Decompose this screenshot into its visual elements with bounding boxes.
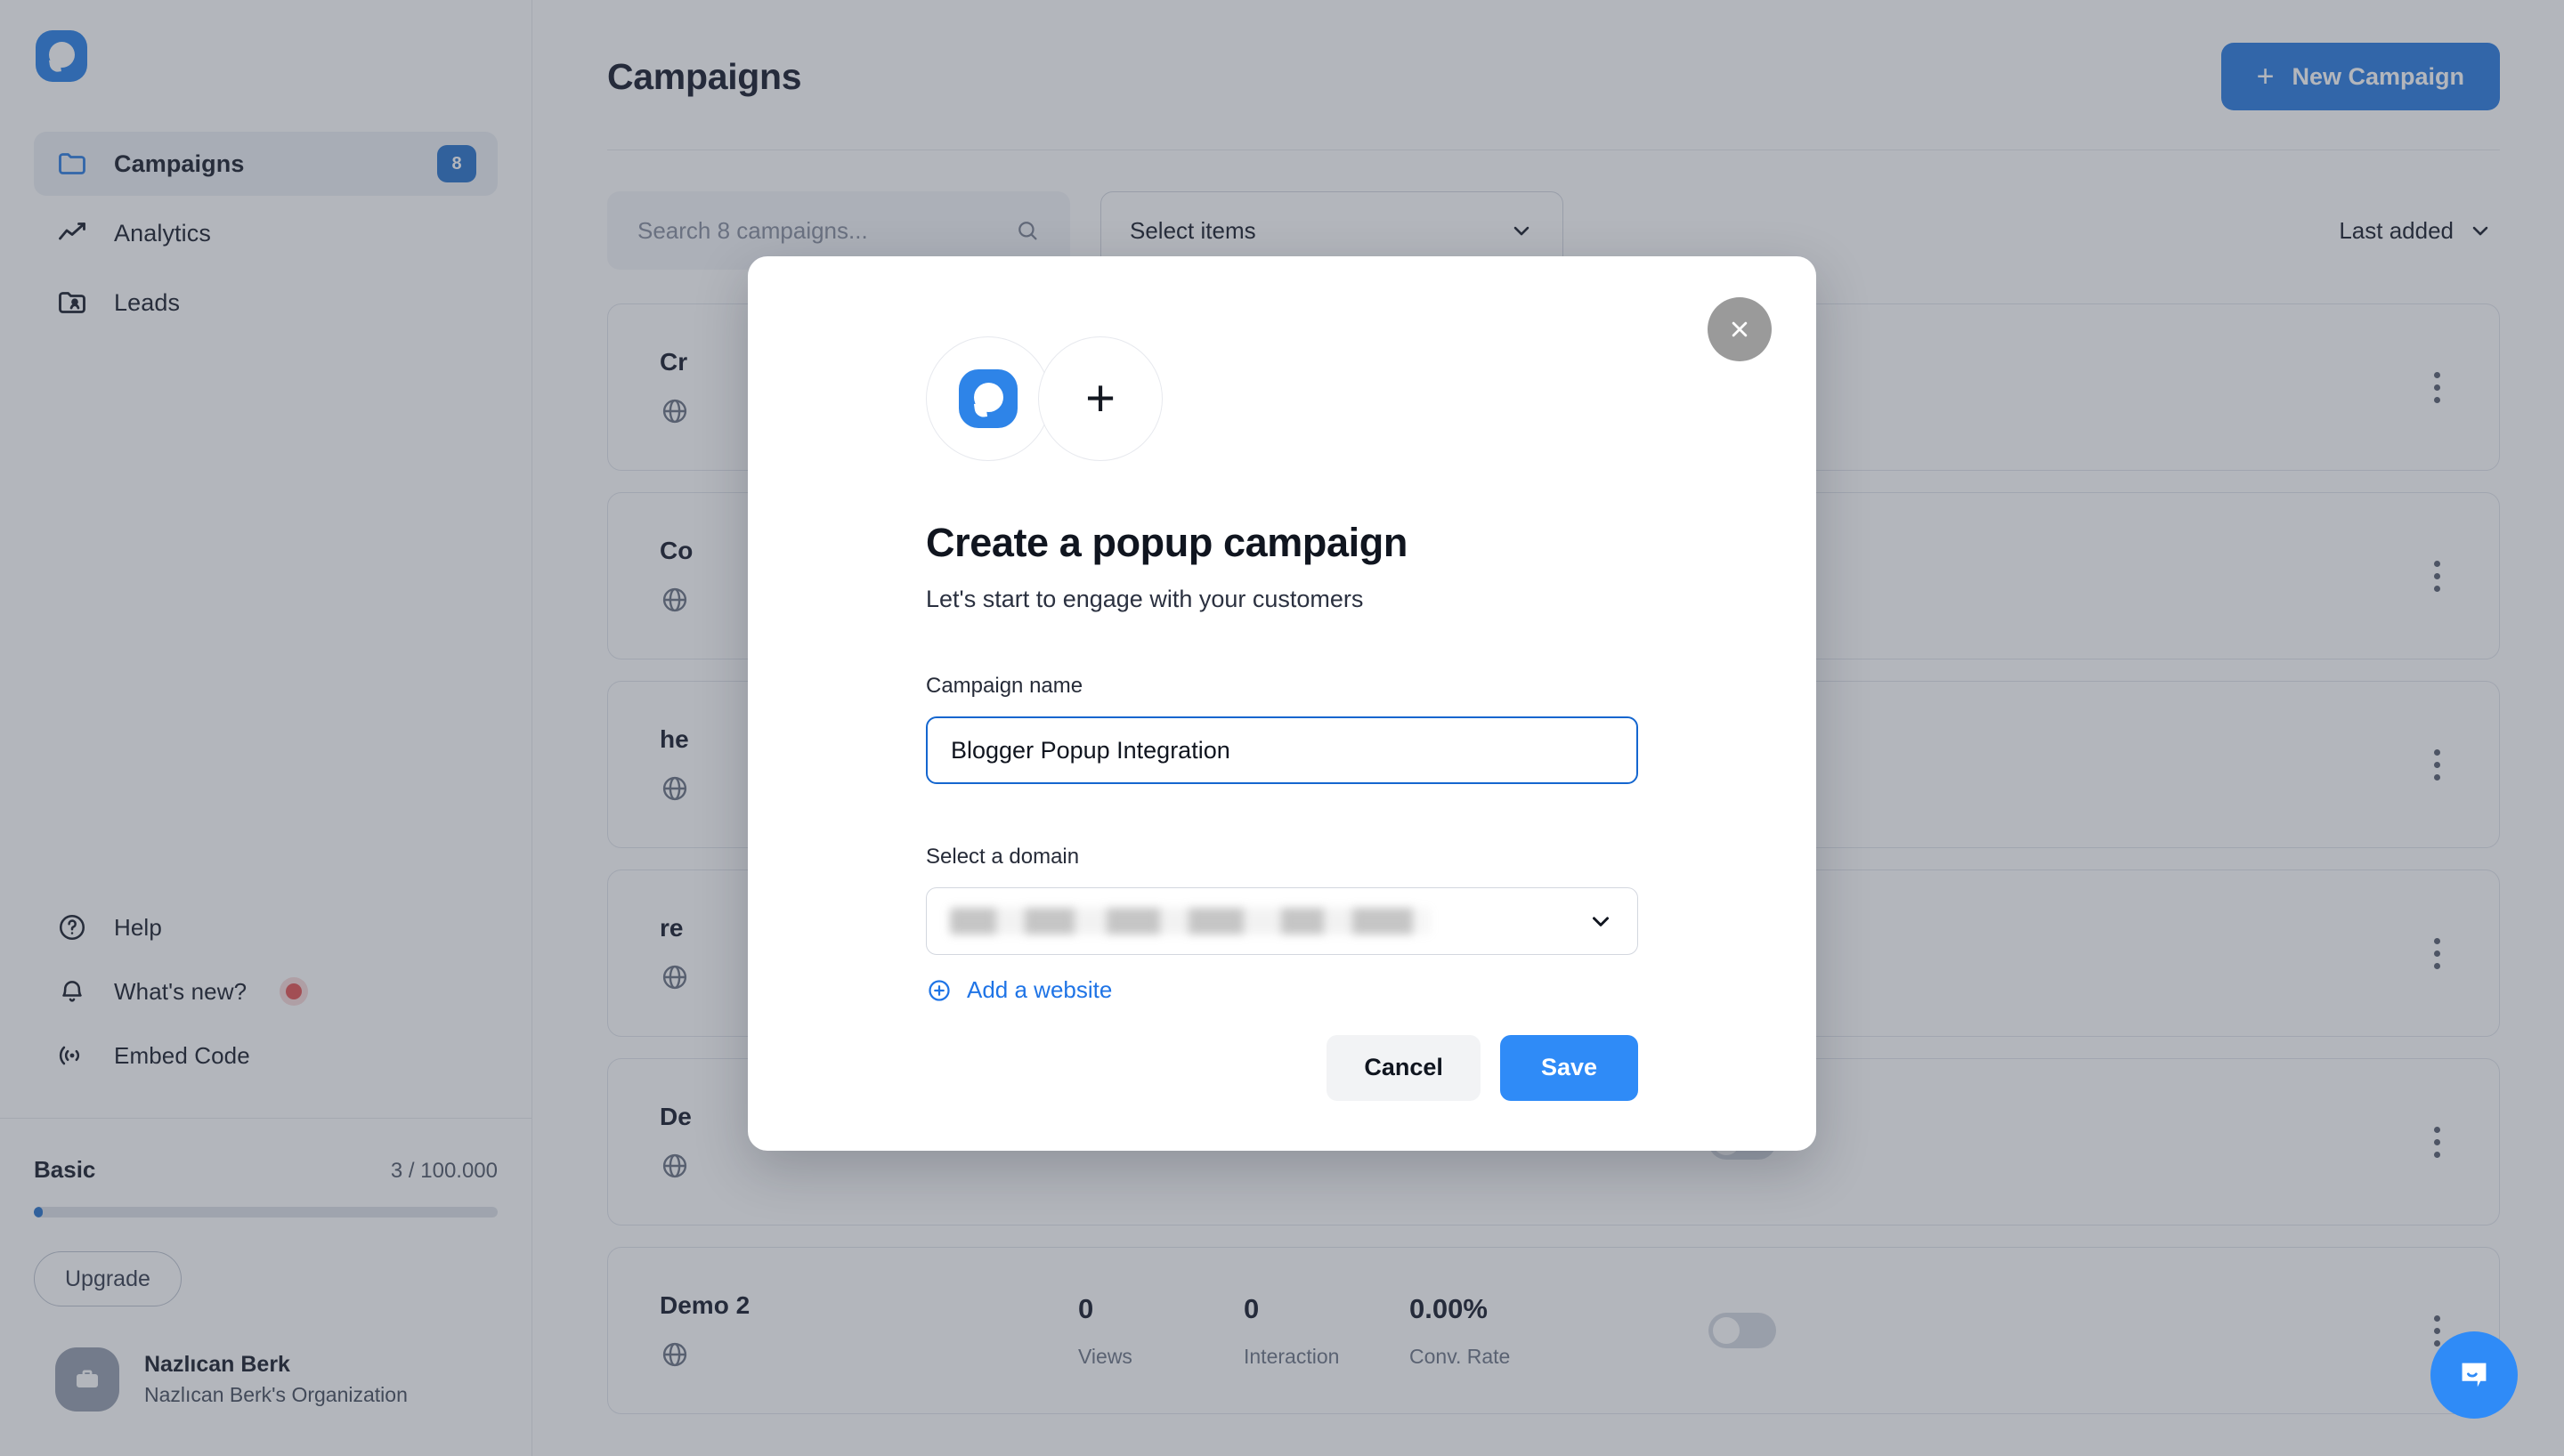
add-website-label: Add a website [967, 976, 1113, 1003]
domain-label: Select a domain [926, 845, 1080, 869]
modal-avatar-pair: + [926, 336, 1718, 461]
chat-launcher-button[interactable] [2430, 1331, 2518, 1419]
chevron-down-icon [1593, 917, 1609, 926]
modal-title: Create a popup campaign [926, 520, 1408, 565]
modal-actions: Cancel Save [926, 1034, 1638, 1101]
close-button[interactable] [1708, 297, 1772, 361]
save-button[interactable]: Save [1499, 1034, 1638, 1101]
campaign-name-input[interactable] [926, 716, 1638, 784]
plus-icon: + [1085, 369, 1116, 427]
popupsmart-logo-icon [959, 369, 1018, 428]
cancel-button[interactable]: Cancel [1327, 1034, 1481, 1101]
chat-bubble-icon [2462, 1363, 2487, 1387]
add-website-link[interactable]: Add a website [926, 976, 1112, 1004]
app-root: Campaigns 8 Analytics Leads Help What's … [0, 0, 2564, 1456]
modal-subtitle: Let's start to engage with your customer… [926, 586, 1364, 612]
modal-plus-circle: + [1038, 336, 1163, 461]
campaign-name-label: Campaign name [926, 674, 1083, 698]
close-icon [1732, 321, 1748, 337]
modal-body: + Create a popup campaign Let's start to… [748, 256, 1816, 1101]
domain-select[interactable] [926, 887, 1638, 955]
domain-selected-value-redacted [950, 908, 1431, 934]
create-campaign-modal: + Create a popup campaign Let's start to… [748, 256, 1816, 1151]
modal-logo-circle [926, 336, 1051, 461]
plus-circle-icon [929, 979, 950, 1001]
